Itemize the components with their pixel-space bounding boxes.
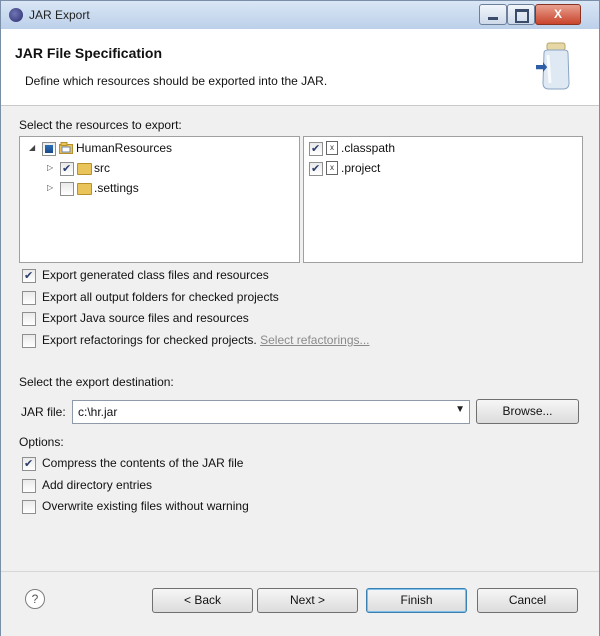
next-button[interactable]: Next > <box>257 588 358 613</box>
tree-item-humanresources[interactable]: ◢ HumanResources <box>20 139 299 157</box>
file-icon: x <box>326 141 338 155</box>
destination-label: Select the export destination: <box>19 375 174 389</box>
tree-item-label: src <box>94 161 110 175</box>
minimize-icon <box>488 17 498 20</box>
eclipse-icon <box>9 8 23 22</box>
title-bar: JAR Export X <box>1 1 599 29</box>
maximize-button[interactable] <box>507 4 535 25</box>
expand-icon[interactable]: ▷ <box>47 159 53 177</box>
jar-file-label: JAR file: <box>21 405 66 419</box>
maximize-icon <box>515 9 529 23</box>
file-item-classpath[interactable]: x .classpath <box>304 139 582 158</box>
export-class-files-checkbox[interactable] <box>22 267 36 285</box>
file-icon: x <box>326 161 338 175</box>
resource-tree[interactable]: ◢ HumanResources ▷ src ▷ .settings <box>19 136 300 263</box>
export-refactorings-checkbox[interactable] <box>22 334 36 348</box>
window-title: JAR Export <box>29 8 90 22</box>
humanresources-checkbox[interactable] <box>42 142 56 156</box>
browse-button[interactable]: Browse... <box>476 399 579 424</box>
tree-item-label: HumanResources <box>76 141 173 155</box>
folder-icon <box>77 183 92 195</box>
tree-item-settings[interactable]: ▷ .settings <box>20 179 299 197</box>
add-directory-entries-checkbox[interactable] <box>22 479 36 493</box>
wizard-header: JAR File Specification Define which reso… <box>1 29 599 106</box>
expand-icon[interactable]: ▷ <box>47 179 53 197</box>
jar-icon <box>536 42 570 90</box>
settings-checkbox[interactable] <box>60 182 74 196</box>
overwrite-files-checkbox[interactable] <box>22 500 36 514</box>
option-label: Export refactorings for checked projects… <box>42 331 370 349</box>
option-label: Compress the contents of the JAR file <box>42 456 244 470</box>
select-refactorings-link[interactable]: Select refactorings... <box>260 333 369 347</box>
compress-checkbox[interactable] <box>22 455 36 473</box>
close-button[interactable]: X <box>535 4 581 25</box>
page-title: JAR File Specification <box>15 45 163 61</box>
jar-file-combo[interactable]: c:\hr.jar ▼ <box>72 400 470 424</box>
collapse-icon[interactable]: ◢ <box>29 139 35 157</box>
project-checkbox[interactable] <box>309 160 323 178</box>
tree-item-label: .settings <box>94 181 139 195</box>
minimize-button[interactable] <box>479 4 507 25</box>
option-label: Add directory entries <box>42 478 153 492</box>
back-button[interactable]: < Back <box>152 588 253 613</box>
tree-item-src[interactable]: ▷ src <box>20 159 299 178</box>
option-label: Export generated class files and resourc… <box>42 268 269 282</box>
file-item-label: .classpath <box>341 141 396 155</box>
dropdown-arrow-icon[interactable]: ▼ <box>455 404 465 415</box>
resources-label: Select the resources to export: <box>19 118 182 132</box>
classpath-checkbox[interactable] <box>309 140 323 158</box>
file-item-project[interactable]: x .project <box>304 159 582 178</box>
export-java-source-checkbox[interactable] <box>22 312 36 326</box>
option-label: Export Java source files and resources <box>42 311 249 325</box>
options-label: Options: <box>19 435 64 449</box>
jar-file-value: c:\hr.jar <box>78 405 118 419</box>
package-folder-icon <box>77 163 92 175</box>
page-description: Define which resources should be exporte… <box>25 74 328 88</box>
project-icon <box>59 142 73 154</box>
src-checkbox[interactable] <box>60 160 74 178</box>
option-label-text: Export refactorings for checked projects… <box>42 333 257 347</box>
finish-button[interactable]: Finish <box>366 588 467 613</box>
close-icon: X <box>553 7 562 21</box>
file-item-label: .project <box>341 161 381 175</box>
resource-file-list[interactable]: x .classpath x .project <box>303 136 583 263</box>
option-label: Overwrite existing files without warning <box>42 499 249 513</box>
cancel-button[interactable]: Cancel <box>477 588 578 613</box>
export-output-folders-checkbox[interactable] <box>22 291 36 305</box>
help-icon[interactable]: ? <box>25 589 45 609</box>
jar-export-dialog: JAR Export X JAR File Specification Defi… <box>0 0 600 636</box>
option-label: Export all output folders for checked pr… <box>42 290 279 304</box>
